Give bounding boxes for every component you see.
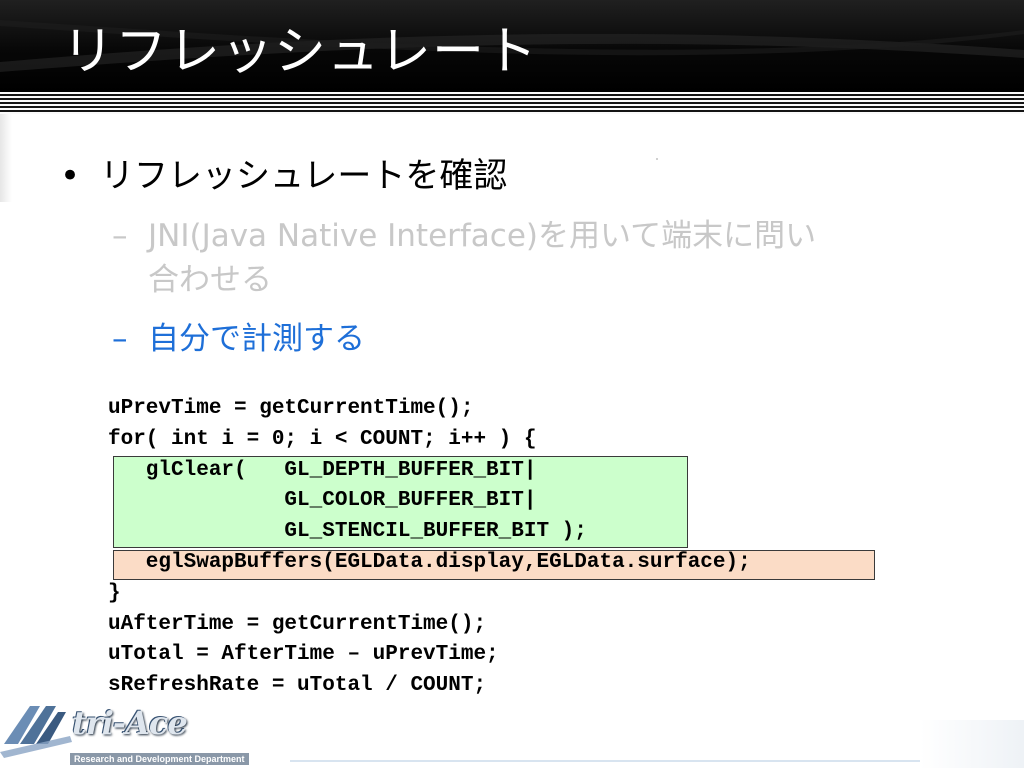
code-line: glClear( GL_DEPTH_BUFFER_BIT|: [108, 458, 537, 482]
code-line: uAfterTime = getCurrentTime();: [108, 612, 487, 636]
logo-subtitle: Research and Development Department: [70, 753, 249, 765]
sub-item-jni-line1: JNI(Java Native Interface)を用いて端末に問い: [148, 218, 817, 254]
code-line: for( int i = 0; i < COUNT; i++ ) {: [108, 427, 537, 451]
footer-line: [290, 760, 920, 762]
bullet-marker: •: [60, 156, 81, 196]
code-line: uTotal = AfterTime – uPrevTime;: [108, 643, 499, 667]
slide-header: リフレッシュレート: [0, 0, 1024, 92]
sub-item-jni-line2: 合わせる: [148, 262, 272, 298]
tri-ace-logo-icon: [0, 706, 72, 758]
code-line: }: [108, 581, 121, 605]
left-edge-shade: [0, 114, 12, 202]
sub-item-self-measure-text: 自分で計測する: [148, 321, 365, 357]
footer-fade: [920, 720, 1024, 768]
logo-wordmark: tri-Ace: [72, 704, 188, 742]
tri-ace-logo: tri-Ace Research and Development Departm…: [0, 700, 290, 768]
decorative-speck: [656, 158, 658, 160]
code-line: eglSwapBuffers(EGLData.display,EGLData.s…: [108, 550, 751, 574]
slide-title: リフレッシュレート: [62, 22, 538, 82]
header-stripe-divider: [0, 92, 1024, 114]
sub-item-marker: –: [112, 218, 128, 254]
main-bullet-text: リフレッシュレートを確認: [100, 156, 508, 196]
code-line: uPrevTime = getCurrentTime();: [108, 397, 474, 420]
code-line: GL_COLOR_BUFFER_BIT|: [108, 489, 537, 513]
code-line: GL_STENCIL_BUFFER_BIT );: [108, 520, 587, 544]
code-block: uPrevTime = getCurrentTime(); for( int i …: [108, 394, 751, 702]
code-line: sRefreshRate = uTotal / COUNT;: [108, 674, 487, 698]
sub-item-marker: –: [112, 321, 128, 357]
